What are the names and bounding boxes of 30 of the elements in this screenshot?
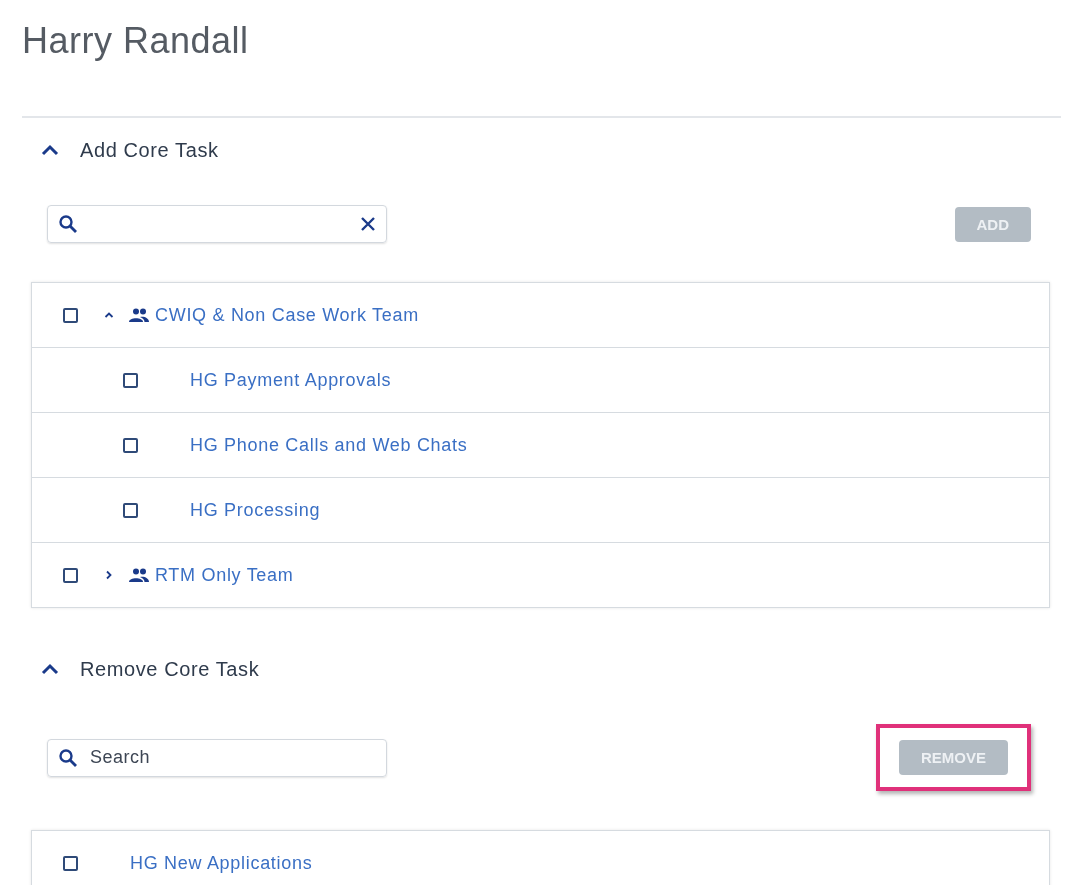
- checkbox[interactable]: [123, 437, 138, 453]
- close-icon[interactable]: [360, 216, 376, 232]
- people-icon: [128, 308, 150, 322]
- checkbox[interactable]: [63, 855, 78, 871]
- collapse-toggle[interactable]: [40, 143, 60, 157]
- checkbox[interactable]: [63, 307, 78, 323]
- task-link[interactable]: HG New Applications: [130, 852, 313, 874]
- people-icon: [128, 568, 150, 582]
- task-link[interactable]: HG Phone Calls and Web Chats: [190, 434, 468, 456]
- section-title: Remove Core Task: [80, 657, 260, 681]
- checkbox[interactable]: [123, 502, 138, 518]
- search-field[interactable]: Search: [47, 738, 387, 777]
- chevron-up-icon: [40, 662, 60, 676]
- task-link[interactable]: HG Payment Approvals: [190, 369, 392, 391]
- collapse-toggle[interactable]: [40, 662, 60, 676]
- expand-toggle[interactable]: [104, 310, 114, 320]
- section-title: Add Core Task: [80, 138, 219, 162]
- page-title: Harry Randall: [22, 19, 250, 63]
- expand-toggle[interactable]: [104, 570, 114, 580]
- checkbox[interactable]: [123, 372, 138, 388]
- search-field[interactable]: [47, 205, 387, 243]
- chevron-up-icon: [40, 143, 60, 157]
- checkbox[interactable]: [63, 567, 78, 583]
- team-link[interactable]: CWIQ & Non Case Work Team: [155, 304, 419, 326]
- team-link[interactable]: RTM Only Team: [155, 564, 294, 586]
- search-icon: [58, 747, 78, 768]
- search-icon: [58, 214, 78, 234]
- chevron-right-icon: [104, 570, 114, 580]
- task-link[interactable]: HG Processing: [190, 499, 321, 521]
- chevron-up-icon: [104, 310, 114, 320]
